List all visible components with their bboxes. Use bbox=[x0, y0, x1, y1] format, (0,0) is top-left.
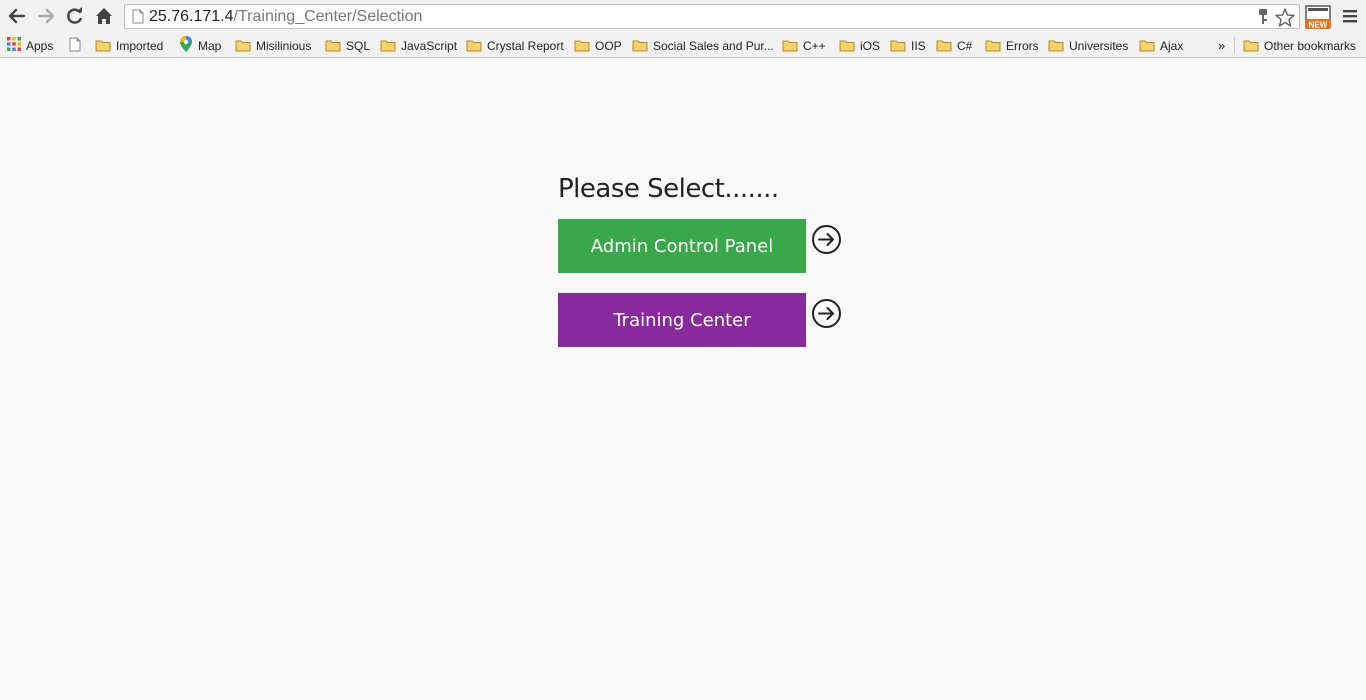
bookmark-sql[interactable]: SQL bbox=[325, 36, 370, 55]
folder-icon bbox=[95, 39, 111, 52]
folder-icon bbox=[632, 39, 648, 52]
folder-icon bbox=[325, 39, 341, 52]
tile-label: Admin Control Panel bbox=[590, 235, 774, 257]
folder-icon bbox=[574, 39, 590, 52]
bookmark-universites[interactable]: Universites bbox=[1048, 36, 1128, 55]
bookmark-crystal-report[interactable]: Crystal Report bbox=[466, 36, 564, 55]
bookmark-apps[interactable]: Apps bbox=[7, 36, 53, 55]
bookmark-label: IIS bbox=[911, 38, 926, 53]
arrow-right-circle-icon[interactable] bbox=[811, 298, 842, 329]
url-path: /Training_Center/Selection bbox=[233, 8, 423, 25]
new-badge-text: NEW bbox=[1309, 21, 1328, 30]
address-bar[interactable]: 25.76.171.4/Training_Center/Selection bbox=[124, 4, 1300, 29]
bookmark-javascript[interactable]: JavaScript bbox=[380, 36, 457, 55]
bookmark-other[interactable]: Other bookmarks bbox=[1243, 36, 1356, 55]
bookmark-label: Misilinious bbox=[256, 38, 312, 53]
url-text: 25.76.171.4/Training_Center/Selection bbox=[149, 8, 422, 26]
bookmark-label: iOS bbox=[860, 38, 881, 53]
bookmark-cpp[interactable]: C++ bbox=[782, 36, 826, 55]
hamburger-menu-icon[interactable] bbox=[1342, 8, 1358, 24]
bookmark-label: Social Sales and Pur... bbox=[653, 38, 774, 53]
back-arrow-icon[interactable] bbox=[6, 5, 28, 27]
bookmark-errors[interactable]: Errors bbox=[985, 36, 1039, 55]
bookmark-label: Universites bbox=[1069, 38, 1129, 53]
bookmark-label: Other bookmarks bbox=[1264, 38, 1357, 53]
arrow-right-circle-icon[interactable] bbox=[811, 224, 842, 255]
bookmark-label: SQL bbox=[346, 38, 371, 53]
folder-icon bbox=[985, 39, 1001, 52]
bookmarks-overflow-button[interactable]: » bbox=[1218, 36, 1225, 55]
bookmark-ios[interactable]: iOS bbox=[839, 36, 880, 55]
training-center-button[interactable]: Training Center bbox=[558, 293, 806, 347]
bookmark-label: OOP bbox=[595, 38, 622, 53]
new-extension-icon[interactable]: NEW bbox=[1304, 4, 1332, 30]
bookmark-label: C# bbox=[957, 38, 973, 53]
forward-arrow-icon[interactable] bbox=[35, 5, 57, 27]
folder-icon bbox=[1048, 39, 1064, 52]
folder-icon bbox=[380, 39, 396, 52]
bookmark-label: Map bbox=[198, 38, 222, 53]
bookmark-iis[interactable]: IIS bbox=[890, 36, 926, 55]
apps-grid-icon bbox=[7, 37, 21, 54]
folder-icon bbox=[936, 39, 952, 52]
bookmark-label: Imported bbox=[116, 38, 164, 53]
page-title: Please Select....... bbox=[558, 174, 779, 204]
page-icon bbox=[132, 9, 144, 29]
folder-icon bbox=[890, 39, 906, 52]
maps-icon bbox=[179, 36, 193, 55]
key-icon[interactable] bbox=[1257, 8, 1269, 31]
bookmark-label: Apps bbox=[26, 38, 54, 53]
home-icon[interactable] bbox=[93, 5, 115, 27]
url-host: 25.76.171.4 bbox=[149, 8, 234, 25]
bookmark-social-sales[interactable]: Social Sales and Pur... bbox=[632, 36, 774, 55]
folder-icon bbox=[466, 39, 482, 52]
bookmark-label: C++ bbox=[803, 38, 826, 53]
bookmark-label: Ajax bbox=[1160, 38, 1184, 53]
bookmark-oop[interactable]: OOP bbox=[574, 36, 622, 55]
bookmark-map[interactable]: Map bbox=[179, 36, 221, 55]
bookmark-misilinious[interactable]: Misilinious bbox=[235, 36, 311, 55]
folder-icon bbox=[1243, 39, 1259, 52]
folder-icon bbox=[1139, 39, 1155, 52]
reload-icon[interactable] bbox=[64, 5, 86, 27]
browser-toolbar: 25.76.171.4/Training_Center/Selection NE… bbox=[0, 0, 1366, 33]
bookmarks-bar: Apps Imported Map Misilinious SQL JavaSc… bbox=[0, 33, 1366, 58]
tile-label: Training Center bbox=[613, 309, 751, 331]
folder-icon bbox=[839, 39, 855, 52]
bookmark-imported[interactable]: Imported bbox=[95, 36, 163, 55]
page-icon bbox=[69, 37, 81, 55]
star-icon[interactable] bbox=[1275, 8, 1295, 32]
bookmark-label: JavaScript bbox=[401, 38, 458, 53]
bookmark-label: Errors bbox=[1006, 38, 1039, 53]
bookmark-label: Crystal Report bbox=[487, 38, 564, 53]
bookmark-csharp[interactable]: C# bbox=[936, 36, 972, 55]
folder-icon bbox=[235, 39, 251, 52]
bookmark-ajax[interactable]: Ajax bbox=[1139, 36, 1183, 55]
bookmarks-separator bbox=[1234, 37, 1235, 54]
folder-icon bbox=[782, 39, 798, 52]
bookmark-page[interactable] bbox=[69, 36, 81, 55]
admin-control-panel-button[interactable]: Admin Control Panel bbox=[558, 219, 806, 273]
